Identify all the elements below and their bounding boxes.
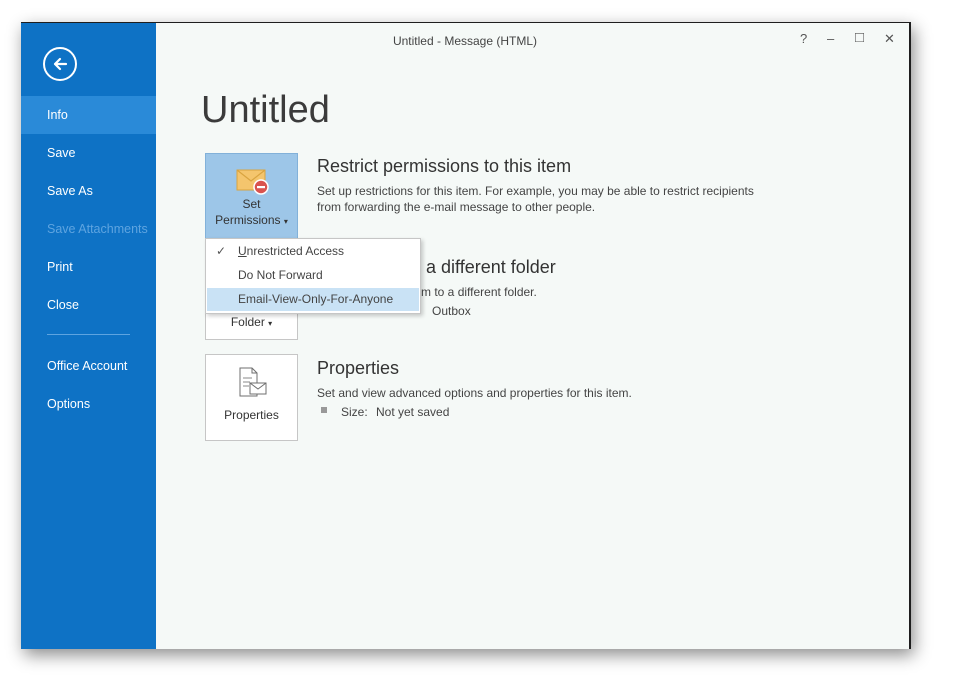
size-label: Size: [341,405,368,419]
menu-item-unrestricted-rest: nrestricted Access [246,244,345,258]
properties-button-label: Properties [224,408,279,422]
set-permissions-label-2: Permissions [215,213,281,227]
nav-save[interactable]: Save [21,134,156,172]
back-button[interactable] [43,47,77,81]
permissions-title: Restrict permissions to this item [317,156,572,176]
nav-divider [47,334,130,335]
envelope-restricted-icon [236,169,269,195]
properties-desc: Set and view advanced options and proper… [317,386,632,400]
nav-print[interactable]: Print [21,248,156,286]
nav-office-account[interactable]: Office Account [21,347,156,385]
properties-document-icon [239,367,267,397]
nav-close[interactable]: Close [21,286,156,324]
window-title: Untitled - Message (HTML) [392,34,538,48]
size-bullet [321,407,327,413]
current-folder-value: Outbox [432,304,471,318]
permissions-desc-2: from forwarding the e-mail message to ot… [317,200,596,214]
backstage-sidebar: Info Save Save As Save Attachments Print… [21,23,156,649]
dropdown-arrow-icon: ▾ [268,319,273,328]
menu-item-email-view-only[interactable]: Email-View-Only-For-Anyone [207,288,419,311]
nav-options[interactable]: Options [21,385,156,423]
move-title: o a different folder [411,257,556,277]
message-window: Info Save Save As Save Attachments Print… [21,22,911,649]
nav-info[interactable]: Info [21,96,156,134]
move-label-row: Folder ▾ [206,315,297,331]
menu-accelerator-u: U [238,244,247,258]
minimize-button[interactable]: – [827,31,834,46]
permissions-dropdown-menu: ✓ Unrestricted Access Do Not Forward Ema… [205,238,421,314]
properties-title: Properties [317,358,400,378]
permissions-desc-1: Set up restrictions for this item. For e… [317,184,754,198]
back-arrow-icon [53,57,68,71]
checkmark-icon: ✓ [216,244,227,258]
backstage-nav: Info Save Save As Save Attachments Print… [21,96,156,423]
set-permissions-button[interactable]: Set Permissions ▾ [205,153,298,239]
close-button[interactable]: ✕ [884,31,895,47]
dropdown-arrow-icon: ▾ [283,217,288,226]
help-button[interactable]: ? [800,31,807,46]
set-permissions-label-2-row: Permissions ▾ [206,213,297,229]
move-button-label: Folder [230,315,265,329]
move-desc: tem to a different folder. [411,285,537,299]
menu-item-unrestricted-access[interactable]: ✓ Unrestricted Access [207,240,419,263]
nav-save-attachments: Save Attachments [47,222,148,236]
size-value: Not yet saved [376,405,450,419]
properties-button[interactable]: Properties [205,354,298,441]
menu-item-do-not-forward[interactable]: Do Not Forward [207,264,419,287]
set-permissions-label-1: Set [242,197,261,211]
page-title: Untitled [201,89,330,131]
nav-save-as[interactable]: Save As [21,172,156,210]
maximize-button[interactable]: □ [855,29,864,46]
